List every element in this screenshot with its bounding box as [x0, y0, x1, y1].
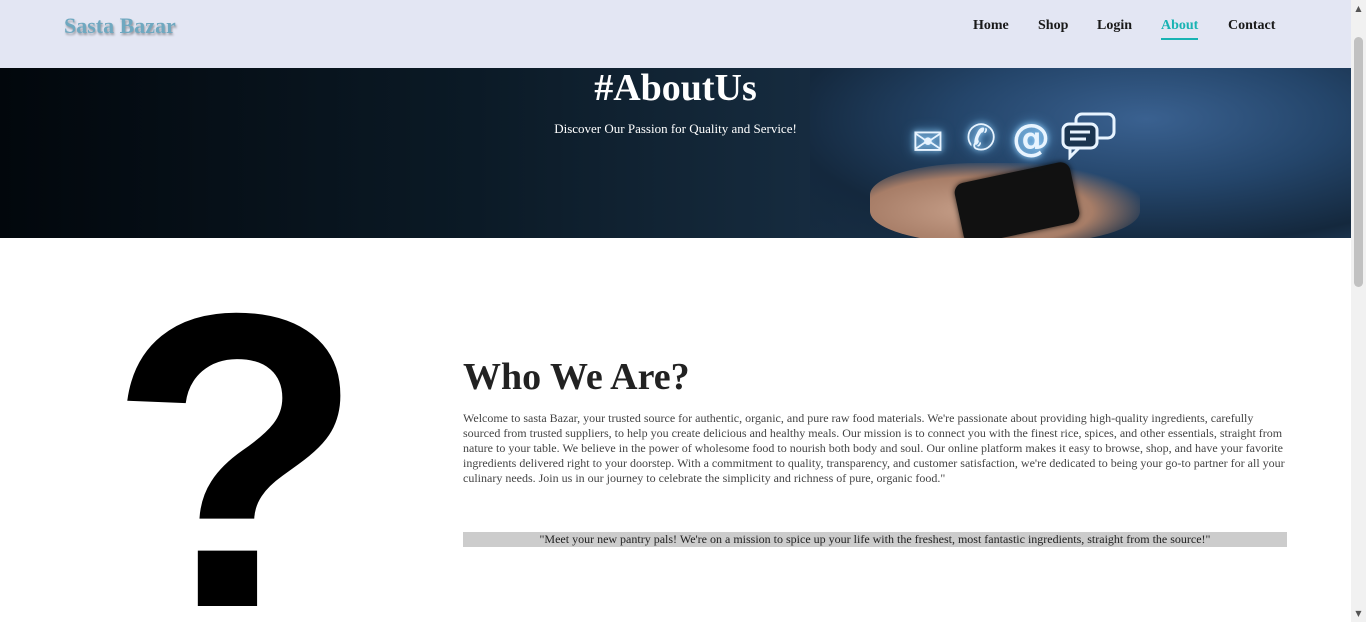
about-description: Welcome to sasta Bazar, your trusted sou…	[463, 411, 1285, 485]
nav-login[interactable]: Login	[1097, 18, 1132, 34]
nav-home[interactable]: Home	[973, 18, 1009, 34]
scroll-up-icon[interactable]: ▲	[1351, 2, 1366, 16]
site-header: Sasta Bazar Home Shop Login About Contac…	[0, 0, 1351, 68]
tagline-quote: "Meet your new pantry pals! We're on a m…	[463, 532, 1287, 547]
scrollbar-thumb[interactable]	[1354, 37, 1363, 287]
nav-about[interactable]: About	[1161, 18, 1199, 40]
nav-contact[interactable]: Contact	[1228, 18, 1275, 34]
question-mark-image: ?	[108, 232, 365, 622]
nav-shop[interactable]: Shop	[1038, 18, 1068, 34]
main-nav: Home Shop Login About Contact	[0, 18, 1351, 42]
hero-banner: ✉ ✆ @ #AboutUs Discover Our Passion for …	[0, 68, 1351, 238]
vertical-scrollbar[interactable]: ▲ ▼	[1351, 0, 1366, 622]
page-subtitle: Discover Our Passion for Quality and Ser…	[554, 121, 797, 136]
about-heading: Who We Are?	[463, 356, 690, 398]
page-title: #AboutUs	[594, 68, 757, 109]
scroll-down-icon[interactable]: ▼	[1351, 607, 1366, 621]
